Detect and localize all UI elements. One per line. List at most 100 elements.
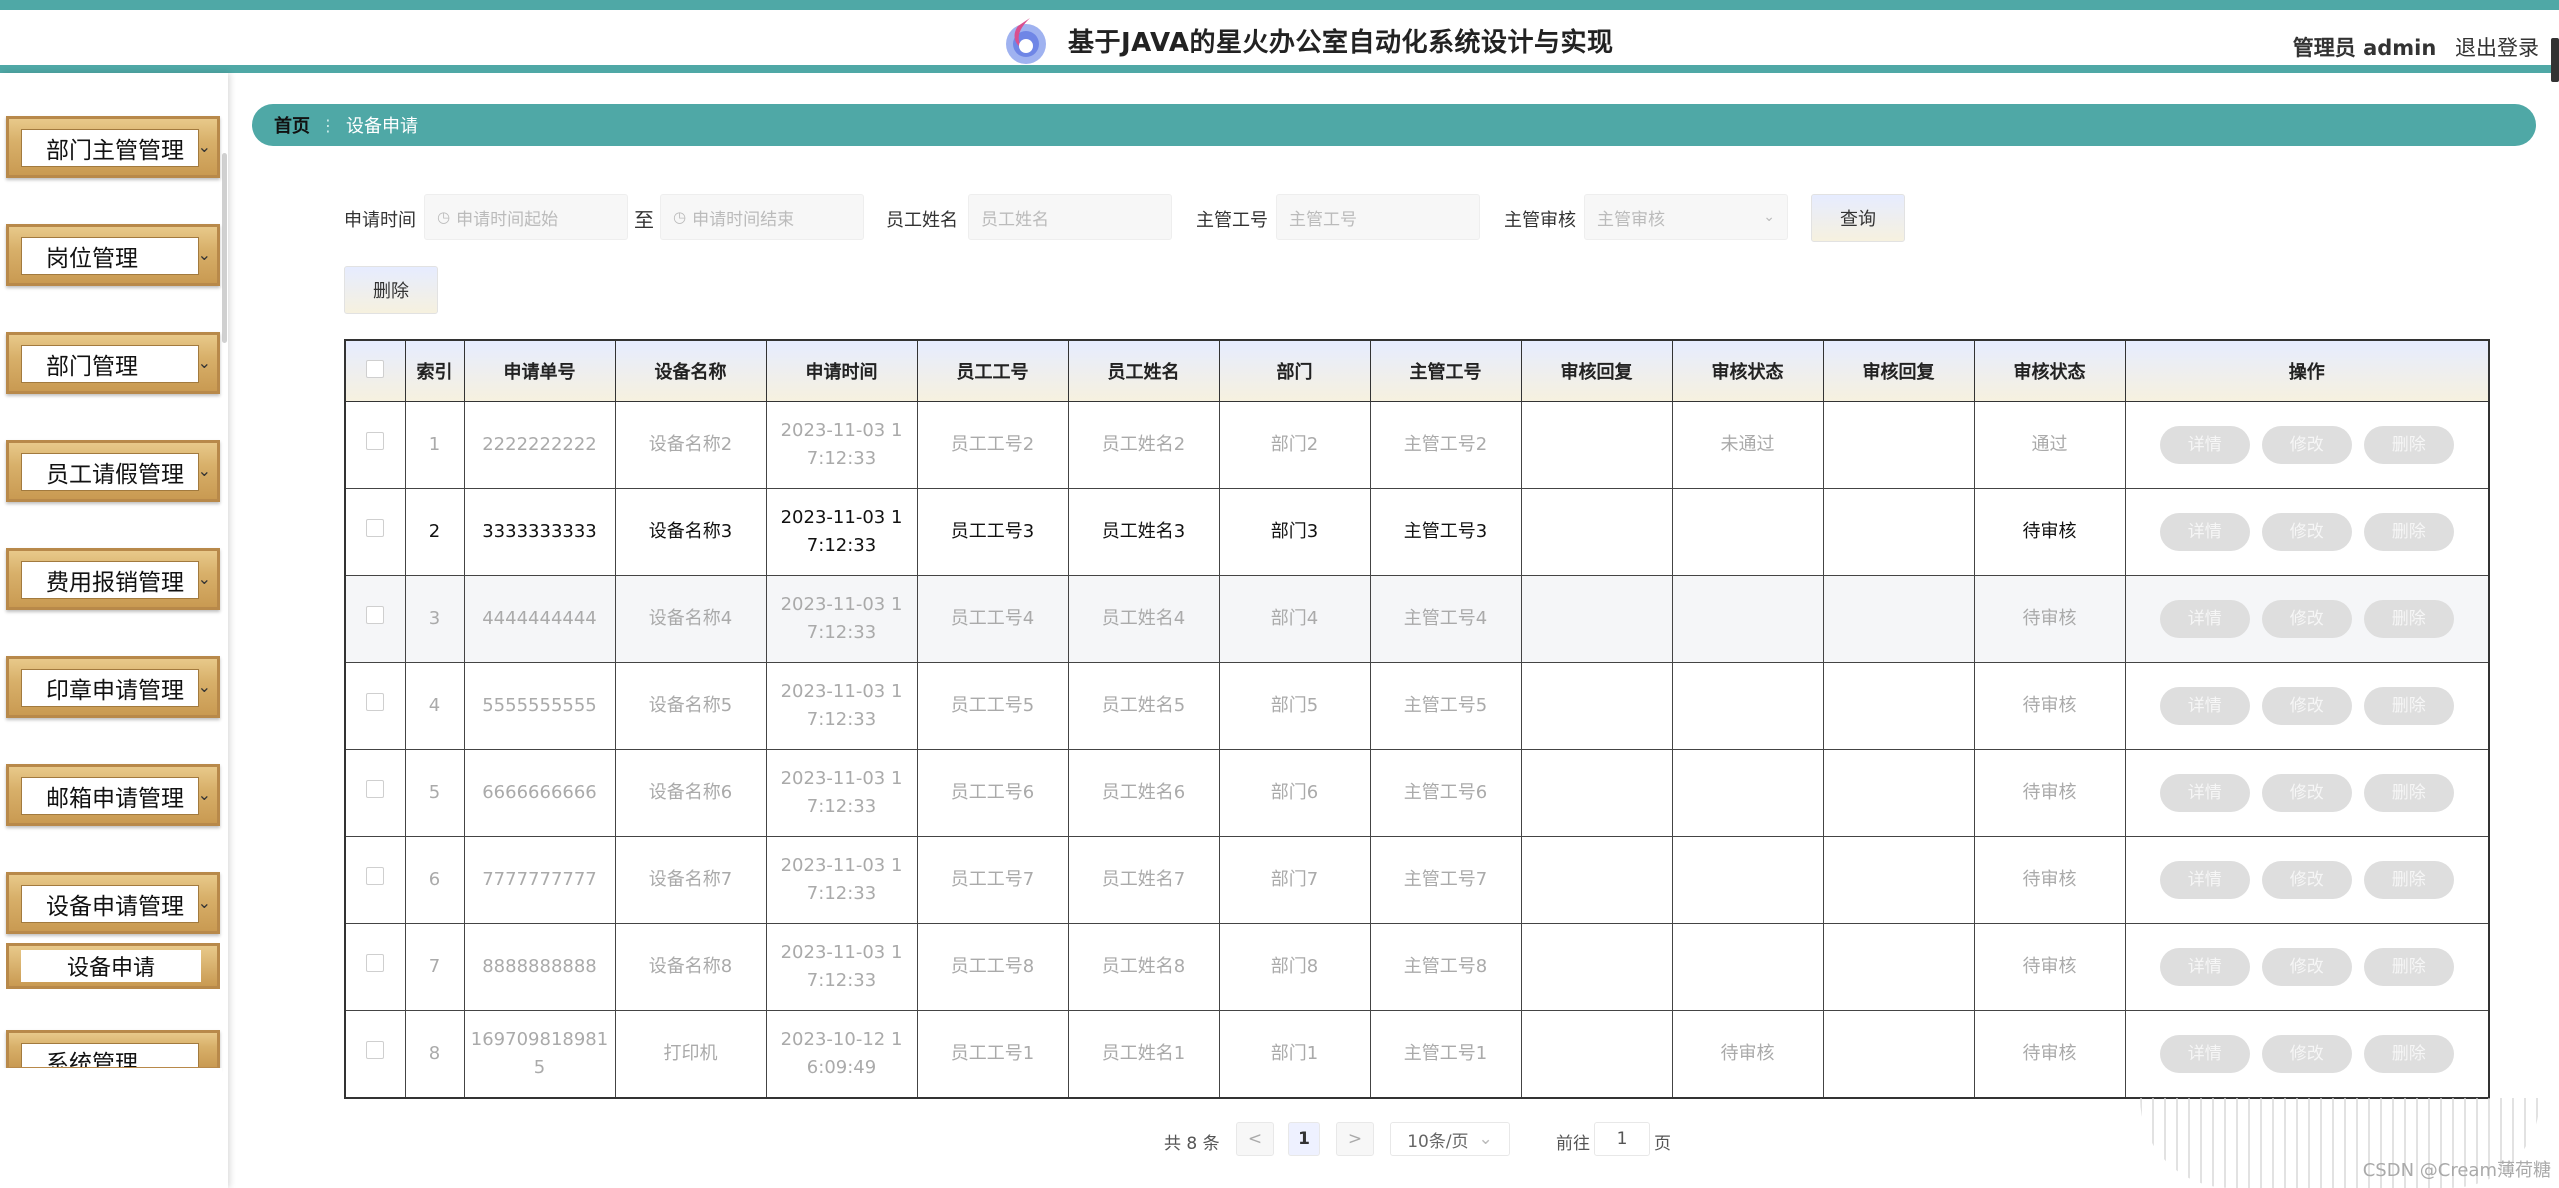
manager-no-input[interactable]: 主管工号 <box>1276 194 1480 240</box>
sidebar-subitem-equipment-apply[interactable]: 设备申请 <box>6 943 220 989</box>
row-checkbox[interactable] <box>366 519 385 537</box>
delete-button[interactable]: 删除 <box>2363 774 2454 812</box>
row-actions: 详情 修改 删除 <box>2125 575 2488 663</box>
column-header: 申请单号 <box>464 341 616 402</box>
top-header: 基于JAVA的星火办公室自动化系统设计与实现 管理员 admin 退出登录 <box>0 0 2559 82</box>
row-checkbox[interactable] <box>366 606 385 624</box>
detail-button[interactable]: 详情 <box>2159 513 2250 551</box>
sidebar-item-label: 部门主管管理 <box>21 129 199 167</box>
pagination-next-button[interactable]: > <box>1336 1122 1374 1156</box>
detail-button[interactable]: 详情 <box>2159 948 2250 986</box>
pagination-prev-button[interactable]: < <box>1236 1122 1274 1156</box>
edit-button[interactable]: 修改 <box>2261 948 2352 986</box>
row-checkbox[interactable] <box>366 780 385 798</box>
detail-button[interactable]: 详情 <box>2159 687 2250 725</box>
chevron-down-icon: ⌄ <box>197 137 211 156</box>
delete-button[interactable]: 删除 <box>2363 600 2454 638</box>
detail-button[interactable]: 详情 <box>2159 600 2250 638</box>
table-cell-device: 打印机 <box>615 1010 767 1097</box>
table-cell-status2: 待审核 <box>1974 1010 2126 1097</box>
table-cell-status1 <box>1672 575 1824 663</box>
table-cell-reply2 <box>1823 749 1975 837</box>
row-select-cell <box>346 488 406 576</box>
manager-audit-label: 主管审核 <box>1504 210 1576 231</box>
apply-time-start-input[interactable]: ◷ 申请时间起始 <box>424 194 628 240</box>
detail-button[interactable]: 详情 <box>2159 861 2250 899</box>
edit-button[interactable]: 修改 <box>2261 861 2352 899</box>
delete-button[interactable]: 删除 <box>2363 861 2454 899</box>
table-cell-emp-no: 员工工号6 <box>917 749 1069 837</box>
edit-button[interactable]: 修改 <box>2261 600 2352 638</box>
table-cell-status1: 待审核 <box>1672 1010 1824 1097</box>
breadcrumb-home[interactable]: 首页 <box>274 112 310 138</box>
delete-button[interactable]: 删除 <box>2363 1035 2454 1073</box>
apply-time-end-input[interactable]: ◷ 申请时间结束 <box>660 194 864 240</box>
pagination-page-button[interactable]: 1 <box>1288 1122 1320 1156</box>
sidebar-subitem-label: 设备申请 <box>21 950 201 982</box>
edit-button[interactable]: 修改 <box>2261 513 2352 551</box>
manager-no-label: 主管工号 <box>1196 210 1268 231</box>
table-cell-mgr-no: 主管工号5 <box>1370 662 1522 750</box>
table-cell-emp-no: 员工工号3 <box>917 488 1069 576</box>
table-cell-status2: 待审核 <box>1974 923 2126 1011</box>
table-cell-mgr-no: 主管工号1 <box>1370 1010 1522 1097</box>
column-header: 部门 <box>1219 341 1371 402</box>
delete-button[interactable]: 删除 <box>2363 948 2454 986</box>
table-cell-emp-name: 员工姓名2 <box>1068 401 1220 489</box>
sidebar-item-system[interactable]: 系统管理 <box>6 1030 220 1070</box>
delete-button[interactable]: 删除 <box>2363 426 2454 464</box>
column-header: 员工工号 <box>917 341 1069 402</box>
detail-button[interactable]: 详情 <box>2159 774 2250 812</box>
table-cell-idx: 6 <box>405 836 465 924</box>
sidebar-item-department[interactable]: 部门管理 ⌄ <box>6 332 220 394</box>
sidebar-item-leave[interactable]: 员工请假管理 ⌄ <box>6 440 220 502</box>
edit-button[interactable]: 修改 <box>2261 1035 2352 1073</box>
table-cell-emp-no: 员工工号8 <box>917 923 1069 1011</box>
query-button[interactable]: 查询 <box>1811 194 1905 242</box>
sidebar-item-expense[interactable]: 费用报销管理 ⌄ <box>6 548 220 610</box>
manager-audit-select[interactable]: 主管审核 ⌄ <box>1584 194 1788 240</box>
select-all-checkbox[interactable] <box>366 359 385 378</box>
table-cell-dept: 部门1 <box>1219 1010 1371 1097</box>
sidebar-item-mailbox[interactable]: 邮箱申请管理 ⌄ <box>6 764 220 826</box>
page-size-select[interactable]: 10条/页 ⌄ <box>1390 1122 1510 1156</box>
edit-button[interactable]: 修改 <box>2261 687 2352 725</box>
batch-delete-button[interactable]: 删除 <box>344 266 438 314</box>
row-select-cell <box>346 836 406 924</box>
delete-button[interactable]: 删除 <box>2363 687 2454 725</box>
chevron-down-icon: ⌄ <box>1763 209 1775 225</box>
detail-button[interactable]: 详情 <box>2159 426 2250 464</box>
row-checkbox[interactable] <box>366 867 385 885</box>
row-checkbox[interactable] <box>366 432 385 450</box>
row-checkbox[interactable] <box>366 693 385 711</box>
goto-page-input[interactable]: 1 <box>1594 1122 1650 1156</box>
logout-link[interactable]: 退出登录 <box>2455 36 2539 60</box>
table-cell-reply2 <box>1823 1010 1975 1097</box>
detail-button[interactable]: 详情 <box>2159 1035 2250 1073</box>
column-header: 设备名称 <box>615 341 767 402</box>
edit-button[interactable]: 修改 <box>2261 426 2352 464</box>
table-row: 4 5555555555 设备名称5 2023-11-03 17:12:33 员工工号5… <box>346 662 2488 750</box>
sidebar-scrollbar[interactable] <box>222 153 227 343</box>
table-cell-no: 6666666666 <box>464 749 616 837</box>
row-checkbox[interactable] <box>366 1041 385 1059</box>
table-cell-mgr-no: 主管工号2 <box>1370 401 1522 489</box>
row-actions: 详情 修改 删除 <box>2125 401 2488 489</box>
edit-button[interactable]: 修改 <box>2261 774 2352 812</box>
column-header: 审核状态 <box>1672 341 1824 402</box>
page-unit-label: 页 <box>1654 1134 1671 1154</box>
row-select-cell <box>346 575 406 663</box>
column-header: 主管工号 <box>1370 341 1522 402</box>
sidebar-item-dept-manager[interactable]: 部门主管管理 ⌄ <box>6 116 220 178</box>
apply-time-end-placeholder: 申请时间结束 <box>692 209 795 230</box>
table-cell-reply1 <box>1521 923 1673 1011</box>
breadcrumb: 首页 ⋮ 设备申请 <box>252 104 2536 146</box>
sidebar-item-equipment[interactable]: 设备申请管理 ⌄ <box>6 872 220 934</box>
employee-name-input[interactable]: 员工姓名 <box>968 194 1172 240</box>
row-checkbox[interactable] <box>366 954 385 972</box>
table-header-row: 索引 申请单号 设备名称 申请时间 员工工号 员工姓名 部门 主管工号 审核回复… <box>346 341 2488 402</box>
sidebar-item-seal[interactable]: 印章申请管理 ⌄ <box>6 656 220 718</box>
delete-button[interactable]: 删除 <box>2363 513 2454 551</box>
column-header: 员工姓名 <box>1068 341 1220 402</box>
sidebar-item-position[interactable]: 岗位管理 ⌄ <box>6 224 220 286</box>
